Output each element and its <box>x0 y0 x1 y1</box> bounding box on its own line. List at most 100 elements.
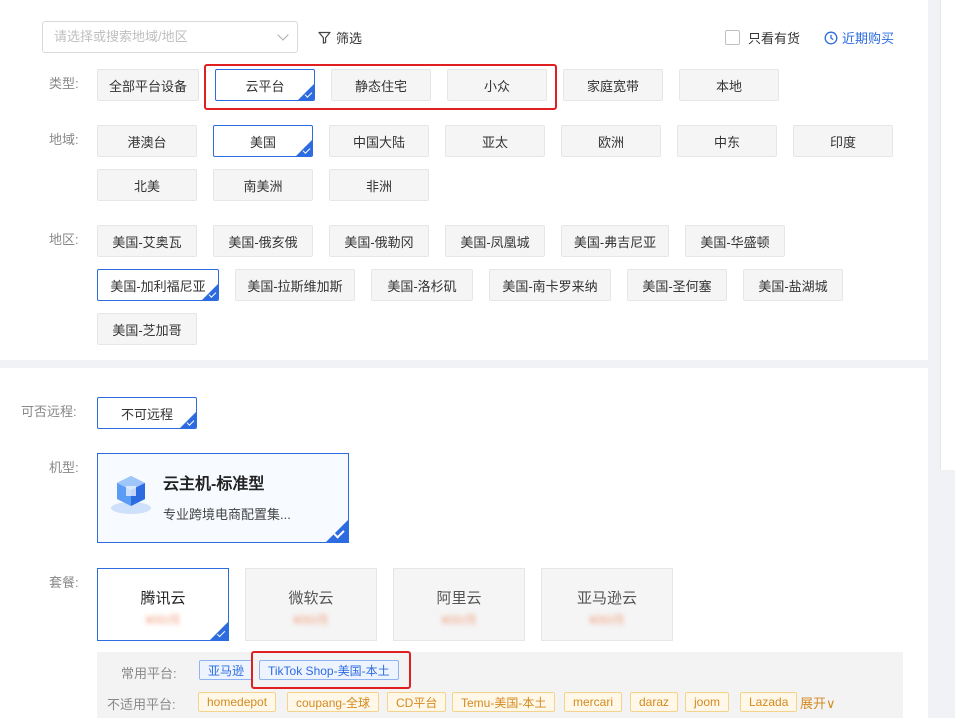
region-option-north-america[interactable]: 北美 <box>97 169 197 201</box>
chevron-down-icon <box>277 29 289 41</box>
tag-label: 美国-南卡罗来纳 <box>502 278 598 294</box>
common-platform-chip: TikTok Shop-美国-本土 <box>259 660 399 680</box>
chip-label: Lazada <box>749 695 789 709</box>
type-option-home-broadband[interactable]: 家庭宽带 <box>563 69 663 101</box>
chip-label: coupang-全球 <box>296 695 371 710</box>
tag-label: 美国-拉斯维加斯 <box>247 278 343 294</box>
type-option-static-residential[interactable]: 静态住宅 <box>331 69 431 101</box>
unsuitable-platform-chip: CD平台 <box>387 692 447 712</box>
unsuitable-platform-label: 不适用平台: <box>107 697 176 712</box>
region-label: 地域: <box>49 132 79 147</box>
expand-link[interactable]: 展开∨ <box>800 693 836 712</box>
machine-label: 机型: <box>49 460 79 475</box>
tag-label: 港澳台 <box>127 134 167 150</box>
type-option-local[interactable]: 本地 <box>679 69 779 101</box>
tag-label: 南美洲 <box>243 178 283 194</box>
tag-label: 美国-华盛顿 <box>700 234 770 250</box>
unsuitable-platform-chip: joom <box>685 692 730 712</box>
package-option-aliyun[interactable]: 阿里云 ¥00/月 <box>393 568 525 641</box>
tag-label: 全部平台设备 <box>108 78 187 94</box>
chip-label: joom <box>694 695 721 709</box>
area-option[interactable]: 美国-弗吉尼亚 <box>561 225 669 257</box>
tag-label: 北美 <box>133 178 160 194</box>
filter-button[interactable]: 筛选 <box>318 28 362 47</box>
clock-icon <box>824 31 838 44</box>
tag-label: 欧洲 <box>597 134 624 150</box>
tag-label: 静态住宅 <box>354 78 407 94</box>
tag-label: 亚太 <box>481 134 508 150</box>
chip-label: Temu-美国-本土 <box>461 695 547 710</box>
area-option[interactable]: 美国-芝加哥 <box>97 313 197 345</box>
package-option-tencent[interactable]: 腾讯云 ¥00/月 <box>97 568 229 641</box>
unsuitable-platform-chip: mercari <box>564 692 623 712</box>
in-stock-checkbox[interactable]: 只看有货 <box>725 28 800 47</box>
region-search-input[interactable]: 请选择或搜索地域/地区 <box>42 21 298 53</box>
region-option-africa[interactable]: 非洲 <box>329 169 429 201</box>
area-option[interactable]: 美国-盐湖城 <box>743 269 843 301</box>
chip-label: CD平台 <box>396 695 438 710</box>
filter-label: 筛选 <box>336 31 363 46</box>
chip-label: daraz <box>639 695 670 709</box>
package-option-azure[interactable]: 微软云 ¥00/月 <box>245 568 377 641</box>
unsuitable-platform-chip: Temu-美国-本土 <box>452 692 556 712</box>
package-option-aws[interactable]: 亚马逊云 ¥00/月 <box>541 568 673 641</box>
area-option[interactable]: 美国-圣何塞 <box>627 269 727 301</box>
type-label: 类型: <box>49 76 79 91</box>
package-name: 腾讯云 <box>140 590 186 607</box>
package-price: ¥00/月 <box>293 613 329 627</box>
tag-label: 美国-凤凰城 <box>460 234 530 250</box>
search-placeholder: 请选择或搜索地域/地区 <box>54 29 188 44</box>
cloud-server-icon <box>111 476 151 514</box>
region-option-india[interactable]: 印度 <box>793 125 893 157</box>
tag-label: 美国-俄勒冈 <box>344 234 414 250</box>
machine-card-standard[interactable]: 云主机-标准型 专业跨境电商配置集... <box>97 453 349 543</box>
region-option-middle-east[interactable]: 中东 <box>677 125 777 157</box>
package-price: ¥00/月 <box>589 613 625 627</box>
package-price: ¥00/月 <box>145 613 181 627</box>
region-option-south-america[interactable]: 南美洲 <box>213 169 313 201</box>
machine-title: 云主机-标准型 <box>163 476 265 493</box>
region-option-mainland[interactable]: 中国大陆 <box>329 125 429 157</box>
chip-label: TikTok Shop-美国-本土 <box>268 663 390 678</box>
region-option-us[interactable]: 美国 <box>213 125 313 157</box>
type-option-niche[interactable]: 小众 <box>447 69 547 101</box>
area-option[interactable]: 美国-华盛顿 <box>685 225 785 257</box>
package-price: ¥00/月 <box>441 613 477 627</box>
area-option[interactable]: 美国-俄勒冈 <box>329 225 429 257</box>
in-stock-label: 只看有货 <box>748 31 801 46</box>
area-option[interactable]: 美国-南卡罗来纳 <box>489 269 611 301</box>
area-option[interactable]: 美国-凤凰城 <box>445 225 545 257</box>
region-option-apac[interactable]: 亚太 <box>445 125 545 157</box>
tag-label: 美国-加利福尼亚 <box>110 278 206 294</box>
area-option[interactable]: 美国-俄亥俄 <box>213 225 313 257</box>
area-option[interactable]: 美国-拉斯维加斯 <box>235 269 355 301</box>
tag-label: 美国 <box>249 134 276 150</box>
type-option-cloud[interactable]: 云平台 <box>215 69 315 101</box>
type-option-all[interactable]: 全部平台设备 <box>97 69 199 101</box>
area-option[interactable]: 美国-艾奥瓦 <box>97 225 197 257</box>
area-option[interactable]: 美国-洛杉矶 <box>371 269 473 301</box>
remote-option-no-remote[interactable]: 不可远程 <box>97 397 197 429</box>
package-name: 亚马逊云 <box>576 590 637 607</box>
common-platform-chip: 亚马逊 <box>199 660 254 680</box>
recent-purchase-link[interactable]: 近期购买 <box>824 28 894 47</box>
region-option-hkmotw[interactable]: 港澳台 <box>97 125 197 157</box>
unsuitable-platform-chip: coupang-全球 <box>287 692 380 712</box>
chip-label: mercari <box>573 695 614 709</box>
chip-label: 亚马逊 <box>208 663 245 678</box>
tag-label: 美国-圣何塞 <box>642 278 712 294</box>
tag-label: 家庭宽带 <box>586 78 639 94</box>
region-option-europe[interactable]: 欧洲 <box>561 125 661 157</box>
area-option-california[interactable]: 美国-加利福尼亚 <box>97 269 219 301</box>
filter-icon <box>318 31 331 44</box>
tag-label: 云平台 <box>245 78 285 94</box>
tag-label: 美国-洛杉矶 <box>387 278 457 294</box>
machine-desc: 专业跨境电商配置集... <box>163 507 291 522</box>
unsuitable-platform-chip: Lazada <box>740 692 798 712</box>
right-scroll-area <box>940 0 955 470</box>
tag-label: 美国-芝加哥 <box>112 322 182 338</box>
unsuitable-platform-chip: daraz <box>630 692 679 712</box>
unsuitable-platform-chip: homedepot <box>198 692 277 712</box>
checkbox-box[interactable] <box>725 30 740 45</box>
package-label: 套餐: <box>49 575 79 590</box>
